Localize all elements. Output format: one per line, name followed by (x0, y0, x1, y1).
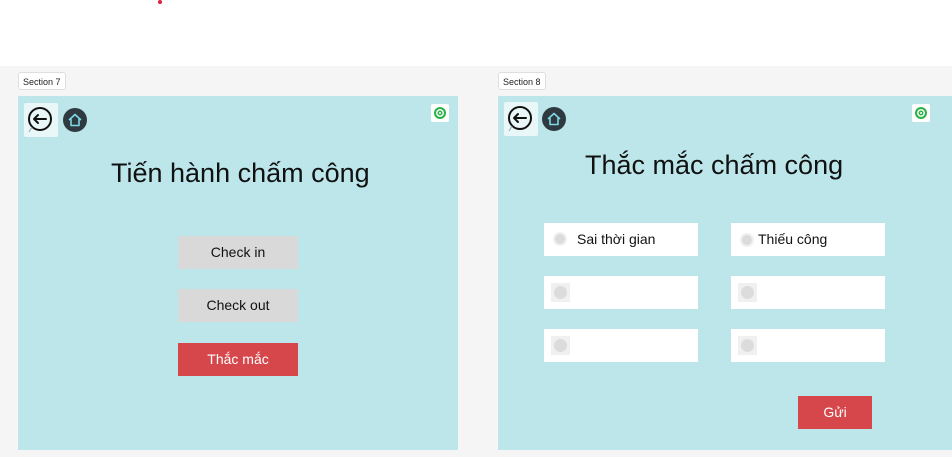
home-icon (63, 108, 87, 132)
section-8-title: Thắc mắc chấm công (585, 150, 844, 180)
radio-button[interactable] (551, 283, 570, 302)
cursor-dot (158, 0, 162, 4)
section-7-frame: Tiến hành chấm công Check in Check out T… (18, 96, 458, 450)
send-button[interactable]: Gửi (798, 396, 872, 429)
home-button[interactable] (62, 107, 88, 133)
option-empty-3[interactable] (544, 329, 698, 362)
option-empty-2[interactable] (731, 276, 885, 309)
settings-button[interactable] (912, 104, 930, 122)
section-8-label[interactable]: Section 8 (498, 72, 546, 90)
option-label: Sai thời gian (577, 231, 656, 247)
option-thieu-cong[interactable]: Thiếu công (731, 223, 885, 256)
settings-button[interactable] (431, 104, 449, 122)
option-empty-1[interactable] (544, 276, 698, 309)
section-8-frame: Thắc mắc chấm công Sai thời gian Thiếu c… (498, 96, 952, 450)
back-button[interactable] (504, 102, 538, 136)
radio-button[interactable] (738, 283, 757, 302)
check-in-button[interactable]: Check in (178, 236, 298, 269)
radio-button[interactable] (738, 336, 757, 355)
section-7-title: Tiến hành chấm công (111, 158, 370, 188)
section-7-label[interactable]: Section 7 (18, 72, 66, 90)
radio-button[interactable] (740, 233, 754, 247)
radio-button[interactable] (553, 232, 567, 246)
option-sai-thoi-gian[interactable]: Sai thời gian (544, 223, 698, 256)
option-label: Thiếu công (758, 231, 828, 247)
back-button[interactable] (24, 103, 58, 137)
back-arrow-icon (508, 106, 532, 132)
back-arrow-icon (28, 107, 52, 133)
check-out-button[interactable]: Check out (178, 289, 298, 322)
gear-icon (915, 107, 927, 119)
question-button[interactable]: Thắc mắc (178, 343, 298, 376)
home-button[interactable] (541, 106, 567, 132)
home-icon (542, 107, 566, 131)
radio-button[interactable] (551, 336, 570, 355)
option-empty-4[interactable] (731, 329, 885, 362)
gear-icon (434, 107, 446, 119)
